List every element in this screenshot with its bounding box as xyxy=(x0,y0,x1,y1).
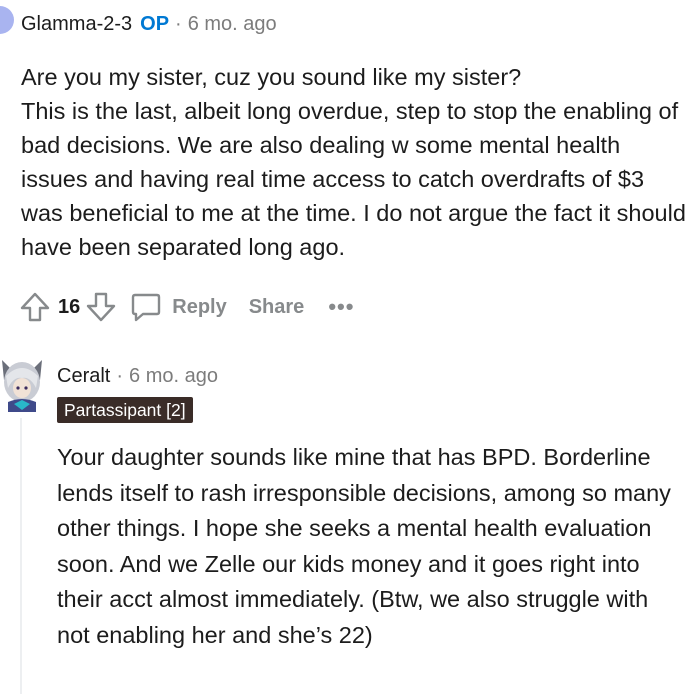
more-options-button[interactable]: ••• xyxy=(328,294,354,320)
reply-label: Reply xyxy=(172,295,227,318)
parent-comment-header: Glamma-2-3 OP · 6 mo. ago xyxy=(21,10,277,38)
parent-timestamp[interactable]: 6 mo. ago xyxy=(188,13,277,36)
parent-action-bar: 16 Reply Share ••• xyxy=(20,288,354,326)
child-body-text: Your daughter sounds like mine that has … xyxy=(57,444,671,648)
thread-collapse-line[interactable] xyxy=(20,418,22,694)
parent-avatar[interactable] xyxy=(0,6,14,34)
child-timestamp[interactable]: 6 mo. ago xyxy=(129,365,218,388)
vote-count: 16 xyxy=(58,295,81,318)
child-comment-body: Your daughter sounds like mine that has … xyxy=(57,440,687,653)
op-badge: OP xyxy=(140,12,170,35)
child-comment-header: Ceralt · 6 mo. ago xyxy=(57,362,218,390)
child-author-name[interactable]: Ceralt xyxy=(57,365,110,388)
child-avatar[interactable] xyxy=(0,354,44,412)
meta-separator: · xyxy=(116,364,124,387)
comment-bubble-icon xyxy=(130,291,162,323)
comment-thread: Glamma-2-3 OP · 6 mo. ago Are you my sis… xyxy=(0,0,700,694)
reply-button[interactable]: Reply xyxy=(130,291,227,323)
meta-separator: · xyxy=(175,12,182,35)
parent-body-line: This is the last, albeit long overdue, s… xyxy=(21,98,686,260)
user-flair: Partassipant [2] xyxy=(57,397,193,423)
parent-body-line: Are you my sister, cuz you sound like my… xyxy=(21,64,522,90)
parent-comment-body: Are you my sister, cuz you sound like my… xyxy=(21,60,686,264)
share-button[interactable]: Share xyxy=(249,296,305,319)
parent-author-name[interactable]: Glamma-2-3 xyxy=(21,13,132,36)
arrow-down-icon[interactable] xyxy=(86,291,116,323)
arrow-up-icon[interactable] xyxy=(20,291,50,323)
